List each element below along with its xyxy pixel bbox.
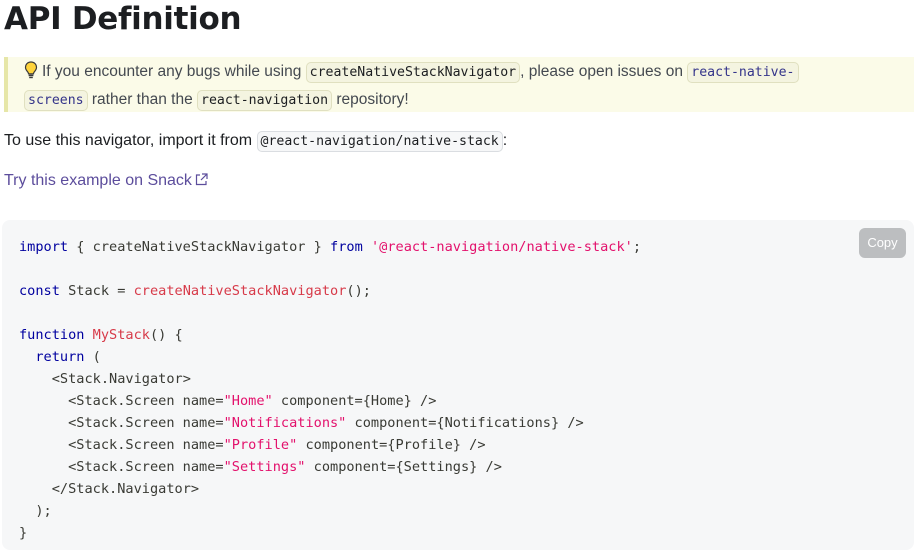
intro-suffix: :	[502, 132, 508, 149]
code-token: component={Profile} />	[297, 437, 486, 453]
tip-code-react-navigation: react-navigation	[197, 90, 333, 111]
code-token: () {	[149, 327, 183, 343]
code-token: <Stack.Screen name=	[68, 415, 224, 431]
code-token: component={Notifications} />	[346, 415, 584, 431]
code-token: <Stack.Screen name=	[68, 437, 224, 453]
tip-link-react-native-screens-cont[interactable]: screens	[24, 90, 88, 111]
code-token: component={Settings} />	[305, 459, 502, 475]
external-link-icon	[195, 169, 208, 195]
snack-link-label: Try this example on Snack	[4, 172, 192, 189]
lightbulb-icon	[24, 61, 42, 88]
tip-code-create-native-stack: createNativeStackNavigator	[305, 62, 521, 83]
tip-link-react-native-screens[interactable]: react-native-	[687, 62, 799, 83]
code-token: import	[19, 239, 69, 255]
code-token: "Notifications"	[223, 415, 347, 431]
code-token: function	[19, 327, 85, 343]
tip-border	[4, 57, 8, 112]
code-token: createNativeStackNavigator	[133, 283, 347, 299]
code-token: ;	[632, 239, 642, 255]
intro-code-package: @react-navigation/native-stack	[256, 131, 503, 152]
code-block: import { createNativeStackNavigator } fr…	[2, 220, 914, 550]
code-token: { createNativeStackNavigator }	[68, 239, 331, 255]
code-token: Stack =	[59, 283, 134, 299]
tip-line-2: screens rather than the react-navigation…	[24, 87, 409, 114]
code-token: MyStack	[92, 327, 150, 343]
page-title: API Definition	[4, 1, 242, 37]
tip-text-4: repository!	[332, 91, 409, 108]
tip-admonition: If you encounter any bugs while using cr…	[4, 57, 914, 112]
code-token: <Stack.Screen name=	[68, 459, 224, 475]
code-token: return	[35, 349, 85, 365]
tip-line-1: If you encounter any bugs while using cr…	[24, 59, 799, 88]
snack-example-link[interactable]: Try this example on Snack	[4, 168, 208, 195]
code-token: ();	[346, 283, 371, 299]
copy-button[interactable]: Copy	[859, 228, 906, 258]
code-token: "Profile"	[223, 437, 298, 453]
tip-text-3: rather than the	[87, 91, 198, 108]
code-token: "Settings"	[223, 459, 306, 475]
code-token: </Stack.Navigator>	[51, 481, 200, 497]
code-content: import { createNativeStackNavigator } fr…	[19, 236, 641, 544]
code-token: <Stack.Screen name=	[68, 393, 224, 409]
code-token: }	[19, 525, 28, 541]
code-token: <Stack.Navigator>	[51, 371, 191, 387]
intro-text: To use this navigator, import it from	[4, 132, 257, 149]
tip-text-2: , please open issues on	[520, 63, 688, 80]
code-token: "Home"	[223, 393, 273, 409]
code-token: component={Home} />	[272, 393, 437, 409]
code-token: (	[84, 349, 101, 365]
code-token: '@react-navigation/native-stack'	[370, 239, 633, 255]
code-token: const	[19, 283, 60, 299]
code-token: );	[35, 503, 52, 519]
tip-text-1: If you encounter any bugs while using	[42, 63, 306, 80]
code-token: from	[330, 239, 363, 255]
intro-paragraph: To use this navigator, import it from @r…	[4, 128, 507, 155]
